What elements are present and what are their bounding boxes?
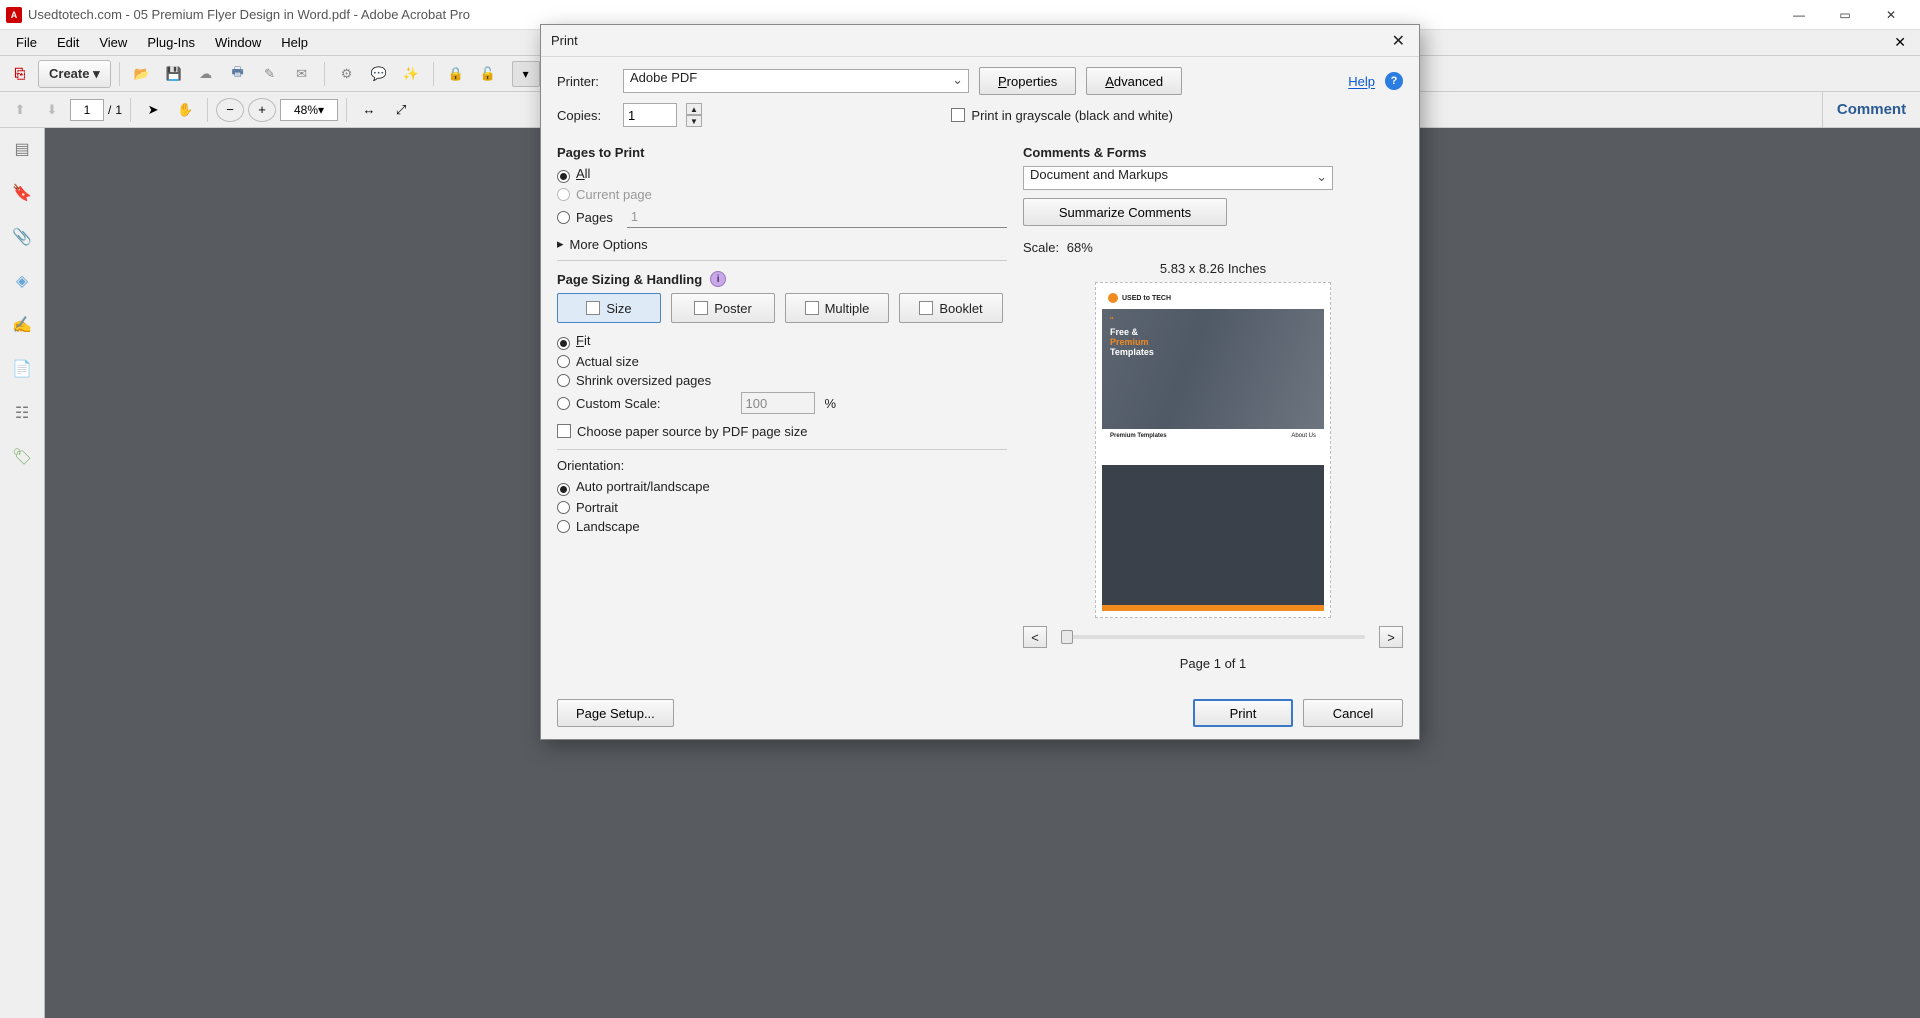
seg-poster-button[interactable]: Poster: [671, 293, 775, 323]
advanced-button[interactable]: Advanced: [1086, 67, 1182, 95]
toolbar-overflow-button[interactable]: ▾: [512, 61, 540, 87]
copies-spinner[interactable]: ▲▼: [686, 103, 702, 127]
layers-panel-icon[interactable]: ◈: [11, 270, 33, 292]
orientation-title: Orientation:: [557, 458, 1007, 473]
comments-forms-title: Comments & Forms: [1023, 145, 1403, 160]
percent-label: %: [825, 396, 837, 411]
page-total: 1: [115, 103, 122, 117]
hand-tool-icon[interactable]: ✋: [171, 97, 199, 123]
print-dialog: Print ✕ Printer: Adobe PDF Properties Ad…: [540, 24, 1420, 740]
summarize-comments-button[interactable]: Summarize Comments: [1023, 198, 1227, 226]
opt-current-radio: Current page: [557, 187, 652, 202]
more-options-toggle[interactable]: ▸ More Options: [557, 236, 1007, 252]
pages-to-print-title: Pages to Print: [557, 145, 1007, 160]
opt-custom-scale-radio[interactable]: Custom Scale:: [557, 396, 661, 411]
opt-all-radio[interactable]: All: [557, 166, 590, 181]
fit-width-icon[interactable]: ↔: [355, 97, 383, 123]
window-title: Usedtotech.com - 05 Premium Flyer Design…: [28, 7, 470, 22]
comment-icon[interactable]: 💬: [365, 61, 393, 87]
cancel-button[interactable]: Cancel: [1303, 699, 1403, 727]
pdf-icon[interactable]: ⎘: [6, 61, 34, 87]
paper-source-checkbox[interactable]: Choose paper source by PDF page size: [557, 424, 808, 439]
minimize-button[interactable]: —: [1776, 0, 1822, 30]
page-sep: /: [108, 103, 111, 117]
content-panel-icon[interactable]: 📄: [11, 358, 33, 380]
copies-label: Copies:: [557, 108, 613, 123]
preview-zoom-slider[interactable]: [1061, 635, 1365, 639]
page-setup-button[interactable]: Page Setup...: [557, 699, 674, 727]
comment-tab[interactable]: Comment: [1822, 92, 1920, 128]
preview-page-indicator: Page 1 of 1: [1023, 656, 1403, 671]
left-nav-pane: ▤ 🔖 📎 ◈ ✍ 📄 ☷ 🏷: [0, 128, 45, 1018]
highlight-icon[interactable]: ✨: [397, 61, 425, 87]
page-dimensions: 5.83 x 8.26 Inches: [1023, 261, 1403, 276]
cloud-up-icon[interactable]: ☁: [192, 61, 220, 87]
orient-landscape-radio[interactable]: Landscape: [557, 519, 640, 534]
page-down-icon[interactable]: ⬇: [38, 97, 66, 123]
create-button[interactable]: Create ▾: [38, 60, 111, 88]
orient-portrait-radio[interactable]: Portrait: [557, 500, 618, 515]
sizing-title: Page Sizing & Handling: [557, 272, 702, 287]
mail-icon[interactable]: ✉: [288, 61, 316, 87]
copies-input[interactable]: [623, 103, 677, 127]
menu-plugins[interactable]: Plug-Ins: [137, 33, 205, 52]
print-button[interactable]: Print: [1193, 699, 1293, 727]
menu-edit[interactable]: Edit: [47, 33, 89, 52]
fit-page-icon[interactable]: ⤢: [387, 97, 415, 123]
opt-fit-radio[interactable]: Fit: [557, 333, 590, 348]
pages-panel-icon[interactable]: ▤: [11, 138, 33, 160]
dialog-title: Print: [551, 33, 578, 48]
menu-help[interactable]: Help: [271, 33, 318, 52]
dialog-close-button[interactable]: ✕: [1388, 31, 1409, 51]
seg-booklet-button[interactable]: Booklet: [899, 293, 1003, 323]
signatures-panel-icon[interactable]: ✍: [11, 314, 33, 336]
scale-value: 68%: [1067, 240, 1093, 255]
print-preview: USED to TECH “ Free &PremiumTemplates Pr…: [1095, 282, 1331, 618]
save-icon[interactable]: 💾: [160, 61, 188, 87]
bookmarks-panel-icon[interactable]: 🔖: [11, 182, 33, 204]
close-window-button[interactable]: ✕: [1868, 0, 1914, 30]
select-tool-icon[interactable]: ➤: [139, 97, 167, 123]
scale-label: Scale:: [1023, 240, 1059, 255]
sign-icon[interactable]: ✎: [256, 61, 284, 87]
properties-button[interactable]: Properties: [979, 67, 1076, 95]
pages-range-input[interactable]: [627, 206, 1007, 228]
zoom-in-icon[interactable]: +: [248, 98, 276, 122]
open-icon[interactable]: 📂: [128, 61, 156, 87]
printer-select[interactable]: Adobe PDF: [623, 69, 969, 93]
app-icon: A: [6, 7, 22, 23]
opt-pages-radio[interactable]: Pages: [557, 210, 613, 225]
preview-next-button[interactable]: >: [1379, 626, 1403, 648]
help-link[interactable]: Help: [1348, 74, 1375, 89]
print-icon[interactable]: 🖶: [224, 61, 252, 87]
tags-panel-icon[interactable]: 🏷: [11, 446, 33, 468]
maximize-button[interactable]: ▭: [1822, 0, 1868, 30]
custom-scale-input[interactable]: [741, 392, 815, 414]
preview-logo-icon: [1108, 293, 1118, 303]
page-up-icon[interactable]: ⬆: [6, 97, 34, 123]
opt-actual-radio[interactable]: Actual size: [557, 354, 639, 369]
grayscale-checkbox[interactable]: Print in grayscale (black and white): [951, 108, 1173, 123]
lock1-icon[interactable]: 🔒: [442, 61, 470, 87]
menu-file[interactable]: File: [6, 33, 47, 52]
lock2-icon[interactable]: 🔓: [474, 61, 502, 87]
gear-icon[interactable]: ⚙: [333, 61, 361, 87]
orient-auto-radio[interactable]: Auto portrait/landscape: [557, 479, 710, 494]
printer-label: Printer:: [557, 74, 613, 89]
menu-window[interactable]: Window: [205, 33, 271, 52]
seg-multiple-button[interactable]: Multiple: [785, 293, 889, 323]
attachments-panel-icon[interactable]: 📎: [11, 226, 33, 248]
preview-prev-button[interactable]: <: [1023, 626, 1047, 648]
opt-shrink-radio[interactable]: Shrink oversized pages: [557, 373, 711, 388]
help-icon[interactable]: ?: [1385, 72, 1403, 90]
page-number-input[interactable]: [70, 99, 104, 121]
menu-view[interactable]: View: [89, 33, 137, 52]
seg-size-button[interactable]: Size: [557, 293, 661, 323]
order-panel-icon[interactable]: ☷: [11, 402, 33, 424]
info-icon[interactable]: i: [710, 271, 726, 287]
zoom-value[interactable]: 48% ▾: [280, 99, 338, 121]
close-document-button[interactable]: ✕: [1886, 34, 1914, 51]
zoom-out-icon[interactable]: −: [216, 98, 244, 122]
comments-forms-select[interactable]: Document and Markups: [1023, 166, 1333, 190]
